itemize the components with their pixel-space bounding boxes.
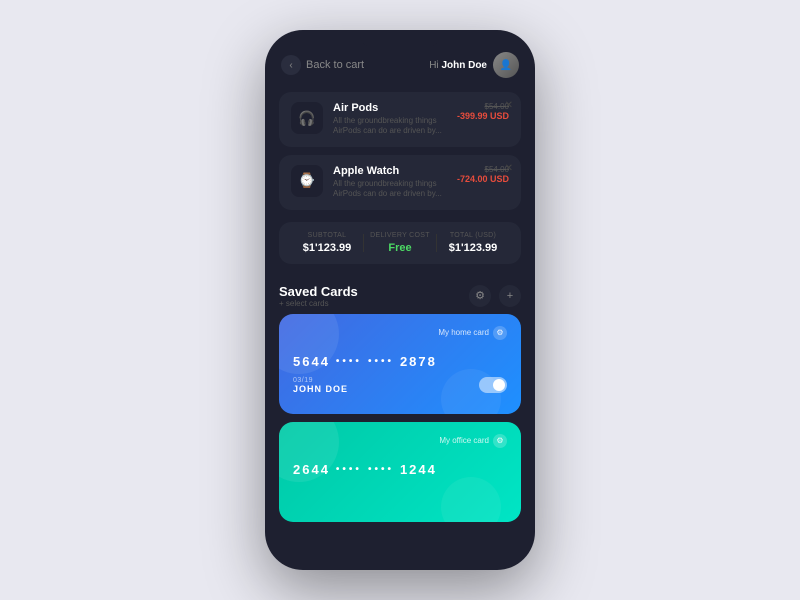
item-info-airpods: Air Pods All the groundbreaking things A… bbox=[333, 102, 447, 137]
card-dots-1: •••• bbox=[336, 464, 362, 475]
delivery-label: DELIVERY COST bbox=[364, 232, 436, 239]
item-price-watch: $54.00 -724.00 USD bbox=[457, 165, 509, 184]
card-holder-name: JOHN DOE bbox=[293, 384, 348, 394]
card-settings-icon[interactable]: ⚙ bbox=[493, 326, 507, 340]
original-price: $54.00 bbox=[457, 165, 509, 174]
delivery-value: Free bbox=[364, 242, 436, 254]
user-area: Hi John Doe 👤 bbox=[429, 52, 519, 78]
summary-delivery: DELIVERY COST Free bbox=[364, 232, 436, 254]
back-button[interactable]: ‹ Back to cart bbox=[281, 55, 364, 75]
discount-price: -724.00 USD bbox=[457, 174, 509, 184]
user-name: John Doe bbox=[441, 60, 487, 71]
saved-cards-header: Saved Cards + select cards ⚙ + bbox=[265, 276, 535, 314]
summary-subtotal: SUBTOTAL $1'123.99 bbox=[291, 232, 363, 254]
add-card-button[interactable]: + bbox=[499, 285, 521, 307]
phone-notch bbox=[360, 30, 440, 48]
card-dots-2: •••• bbox=[368, 356, 394, 367]
credit-card-home[interactable]: My home card ⚙ 5644 •••• •••• 2878 03/19… bbox=[279, 314, 521, 414]
phone-content: ‹ Back to cart Hi John Doe 👤 🎧 Air Pods … bbox=[265, 30, 535, 570]
saved-cards-title-area: Saved Cards + select cards bbox=[279, 284, 358, 308]
item-desc: All the groundbreaking things AirPods ca… bbox=[333, 179, 447, 200]
discount-price: -399.99 USD bbox=[457, 111, 509, 121]
remove-item-button[interactable]: ✕ bbox=[505, 100, 513, 111]
order-summary: SUBTOTAL $1'123.99 DELIVERY COST Free TO… bbox=[279, 222, 521, 264]
item-name: Apple Watch bbox=[333, 165, 447, 177]
saved-cards-title: Saved Cards bbox=[279, 284, 358, 299]
item-info-watch: Apple Watch All the groundbreaking thing… bbox=[333, 165, 447, 200]
item-price-airpods: $54.00 -399.99 USD bbox=[457, 102, 509, 121]
item-name: Air Pods bbox=[333, 102, 447, 114]
card-holder-info: 03/19 JOHN DOE bbox=[293, 377, 348, 394]
saved-cards-actions: ⚙ + bbox=[469, 285, 521, 307]
toggle-knob bbox=[493, 379, 505, 391]
card-dots-1: •••• bbox=[336, 356, 362, 367]
phone-frame: ‹ Back to cart Hi John Doe 👤 🎧 Air Pods … bbox=[265, 30, 535, 570]
subtotal-label: SUBTOTAL bbox=[291, 232, 363, 239]
subtotal-value: $1'123.99 bbox=[291, 242, 363, 254]
card-dots-2: •••• bbox=[368, 464, 394, 475]
item-desc: All the groundbreaking things AirPods ca… bbox=[333, 116, 447, 137]
back-label: Back to cart bbox=[306, 59, 364, 71]
card-settings-icon[interactable]: ⚙ bbox=[493, 434, 507, 448]
card-decoration bbox=[441, 477, 501, 522]
cart-item: ⌚ Apple Watch All the groundbreaking thi… bbox=[279, 155, 521, 210]
card-toggle[interactable] bbox=[479, 377, 507, 393]
item-icon-airpods: 🎧 bbox=[291, 102, 323, 134]
cart-items-section: 🎧 Air Pods All the groundbreaking things… bbox=[265, 88, 535, 222]
card-number-end: 2878 bbox=[400, 354, 437, 369]
saved-cards-subtitle: + select cards bbox=[279, 299, 358, 308]
total-label: TOTAL (USD) bbox=[437, 232, 509, 239]
remove-item-button[interactable]: ✕ bbox=[505, 163, 513, 174]
card-expiry: 03/19 bbox=[293, 377, 348, 384]
card-label: My home card bbox=[438, 328, 489, 337]
back-arrow-icon: ‹ bbox=[281, 55, 301, 75]
card-label: My office card bbox=[439, 436, 489, 445]
card-number-end: 1244 bbox=[400, 462, 437, 477]
summary-total: TOTAL (USD) $1'123.99 bbox=[437, 232, 509, 254]
cart-item: 🎧 Air Pods All the groundbreaking things… bbox=[279, 92, 521, 147]
total-value: $1'123.99 bbox=[437, 242, 509, 254]
settings-icon-button[interactable]: ⚙ bbox=[469, 285, 491, 307]
cards-container: My home card ⚙ 5644 •••• •••• 2878 03/19… bbox=[265, 314, 535, 536]
item-icon-watch: ⌚ bbox=[291, 165, 323, 197]
original-price: $54.00 bbox=[457, 102, 509, 111]
credit-card-office[interactable]: My office card ⚙ 2644 •••• •••• 1244 bbox=[279, 422, 521, 522]
avatar[interactable]: 👤 bbox=[493, 52, 519, 78]
greeting-text: Hi John Doe bbox=[429, 60, 487, 71]
